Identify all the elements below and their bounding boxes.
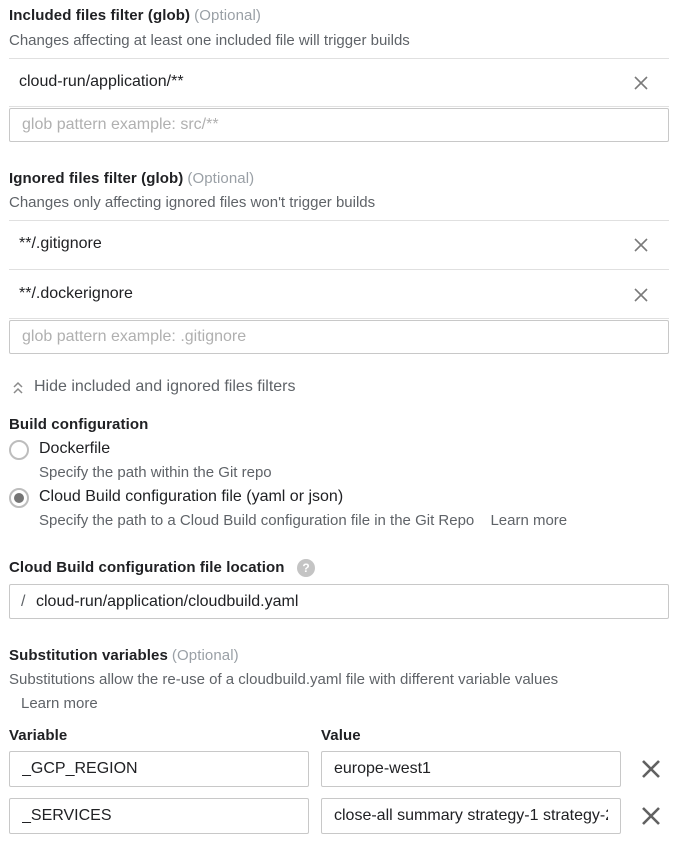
included-filter-helper: Changes affecting at least one included … — [9, 32, 410, 49]
double-chevron-up-icon — [13, 381, 23, 394]
variable-value-input[interactable] — [321, 751, 621, 787]
remove-item-icon[interactable] — [633, 287, 649, 303]
included-filter-title: Included files filter (glob) — [9, 7, 191, 24]
dockerfile-radio[interactable] — [9, 440, 29, 460]
value-column-header: Value — [321, 727, 361, 744]
ignored-filter-helper: Changes only affecting ignored files won… — [9, 194, 376, 211]
substitutions-title: Substitution variables — [9, 647, 168, 664]
ignored-filter-title: Ignored files filter (glob) — [9, 170, 184, 187]
divider — [9, 106, 669, 107]
ignored-filter-label: Ignored files filter (glob) (Optional) — [9, 170, 254, 187]
included-filter-label: Included files filter (glob) (Optional) — [9, 7, 261, 24]
divider — [9, 269, 669, 270]
config-location-value[interactable]: cloud-run/application/cloudbuild.yaml — [36, 593, 298, 611]
dockerfile-option-helper: Specify the path within the Git repo — [39, 464, 272, 481]
ignored-filter-item: **/.gitignore — [19, 235, 102, 252]
cloudbuild-option-helper: Specify the path to a Cloud Build config… — [39, 512, 567, 529]
variable-name-input[interactable] — [9, 798, 309, 834]
learn-more-link[interactable]: Learn more — [490, 512, 567, 529]
ignored-glob-input[interactable] — [9, 320, 669, 354]
divider — [9, 58, 669, 59]
remove-item-icon[interactable] — [633, 75, 649, 91]
included-filter-item: cloud-run/application/** — [19, 73, 184, 90]
remove-variable-icon[interactable] — [640, 805, 662, 827]
variable-name-input[interactable] — [9, 751, 309, 787]
included-optional-tag: (Optional) — [194, 7, 261, 24]
cloudbuild-config-radio[interactable] — [9, 488, 29, 508]
cloudbuild-helper-text: Specify the path to a Cloud Build config… — [39, 512, 475, 529]
help-icon[interactable]: ? — [297, 559, 315, 577]
divider — [9, 220, 669, 221]
variable-value-input[interactable] — [321, 798, 621, 834]
divider — [9, 318, 669, 319]
config-location-prefix: / — [21, 593, 26, 610]
variable-column-header: Variable — [9, 727, 68, 744]
remove-variable-icon[interactable] — [640, 758, 662, 780]
ignored-optional-tag: (Optional) — [187, 170, 255, 187]
dockerfile-option-label[interactable]: Dockerfile — [39, 440, 110, 458]
substitutions-learn-more-link[interactable]: Learn more — [21, 695, 98, 712]
remove-item-icon[interactable] — [633, 237, 649, 253]
included-glob-input[interactable] — [9, 108, 669, 142]
config-location-label: Cloud Build configuration file location — [9, 559, 285, 576]
substitutions-optional-tag: (Optional) — [171, 647, 239, 664]
ignored-filter-item: **/.dockerignore — [19, 285, 133, 302]
config-location-field[interactable]: / cloud-run/application/cloudbuild.yaml — [9, 584, 669, 619]
substitutions-label: Substitution variables (Optional) — [9, 647, 239, 664]
substitutions-helper: Substitutions allow the re-use of a clou… — [9, 671, 559, 688]
cloudbuild-option-label[interactable]: Cloud Build configuration file (yaml or … — [39, 488, 343, 506]
hide-filters-label: Hide included and ignored files filters — [34, 378, 296, 395]
build-config-label: Build configuration — [9, 416, 149, 433]
